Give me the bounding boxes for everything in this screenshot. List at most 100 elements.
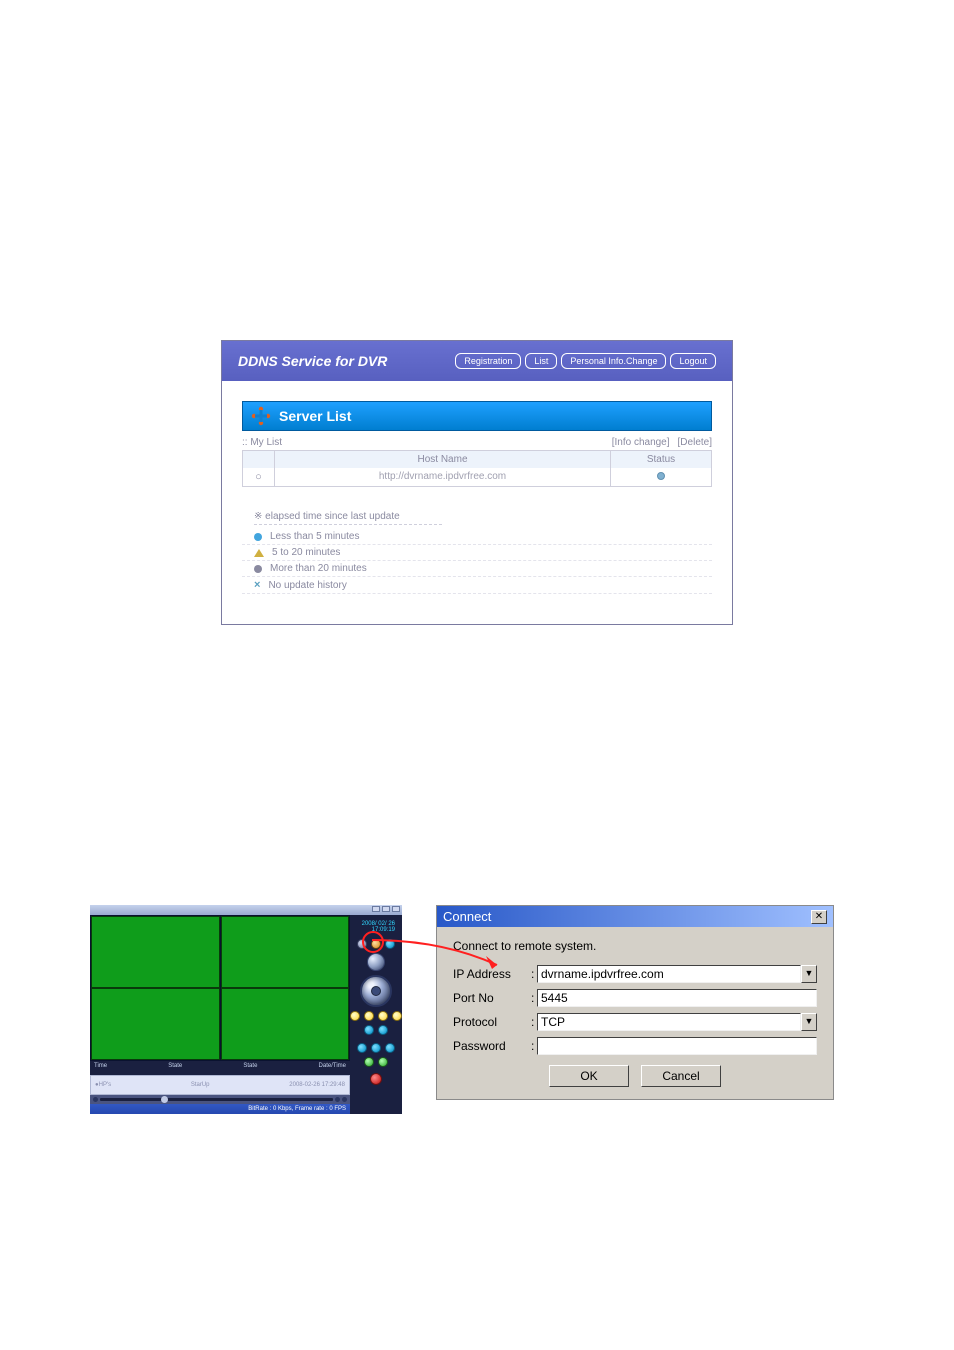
server-list-icon bbox=[251, 406, 271, 426]
video-area: Time State State Date/Time ●HP's StarUp … bbox=[90, 915, 350, 1114]
password-input[interactable] bbox=[537, 1037, 817, 1055]
nav-list[interactable]: List bbox=[525, 353, 557, 369]
timeline-header: Time State State Date/Time bbox=[90, 1061, 350, 1075]
dot-icon bbox=[254, 565, 262, 573]
ip-dropdown[interactable]: ▼ bbox=[801, 965, 817, 983]
ip-label: IP Address bbox=[453, 967, 531, 981]
connect-dialog: Connect ✕ Connect to remote system. IP A… bbox=[436, 905, 834, 1100]
legend-row-3: More than 20 minutes bbox=[242, 561, 712, 577]
row-ip: IP Address : ▼ bbox=[453, 965, 817, 983]
slider-knob[interactable] bbox=[161, 1096, 168, 1103]
row-radio[interactable]: ○ bbox=[243, 468, 275, 486]
control-dial-large[interactable] bbox=[360, 975, 392, 1007]
server-list-title: Server List bbox=[279, 408, 351, 424]
legend-row-1: Less than 5 minutes bbox=[242, 529, 712, 545]
btn[interactable] bbox=[357, 1043, 367, 1053]
video-cell[interactable] bbox=[221, 988, 350, 1060]
dot-icon bbox=[254, 533, 262, 541]
viewer-titlebar bbox=[90, 905, 402, 915]
legend: ※ elapsed time since last update Less th… bbox=[242, 511, 712, 594]
legend-title: ※ elapsed time since last update bbox=[254, 511, 442, 525]
x-icon: × bbox=[254, 579, 260, 591]
th: State bbox=[243, 1063, 257, 1073]
close-button[interactable]: ✕ bbox=[811, 910, 827, 924]
dt: 2008-02-26 17:29:48 bbox=[289, 1082, 345, 1088]
dialog-title: Connect bbox=[443, 909, 491, 924]
control-dial-small[interactable] bbox=[367, 953, 385, 971]
control-btn[interactable] bbox=[385, 939, 395, 949]
server-list-bar: Server List bbox=[242, 401, 712, 431]
info-change-link[interactable]: [Info change] bbox=[612, 437, 670, 448]
nav-personal-info[interactable]: Personal Info.Change bbox=[561, 353, 666, 369]
btn[interactable] bbox=[385, 1043, 395, 1053]
nav-registration[interactable]: Registration bbox=[455, 353, 521, 369]
ddns-nav: Registration List Personal Info.Change L… bbox=[455, 353, 716, 369]
max-icon[interactable] bbox=[382, 906, 390, 912]
protocol-input[interactable] bbox=[537, 1013, 801, 1031]
min-icon[interactable] bbox=[372, 906, 380, 912]
btn[interactable] bbox=[364, 1057, 374, 1067]
btn[interactable] bbox=[350, 1011, 360, 1021]
protocol-label: Protocol bbox=[453, 1015, 531, 1029]
table-row: ○ http://dvrname.ipdvrfree.com bbox=[242, 468, 712, 487]
btn[interactable] bbox=[378, 1025, 388, 1035]
ddns-panel: DDNS Service for DVR Registration List P… bbox=[221, 340, 733, 625]
th: State bbox=[168, 1063, 182, 1073]
th: Date/Time bbox=[319, 1063, 346, 1073]
btn[interactable] bbox=[378, 1011, 388, 1021]
protocol-dropdown[interactable]: ▼ bbox=[801, 1013, 817, 1031]
row-protocol: Protocol : ▼ bbox=[453, 1013, 817, 1031]
delete-link[interactable]: [Delete] bbox=[678, 437, 712, 448]
col-select bbox=[243, 451, 275, 468]
legend-text-2: 5 to 20 minutes bbox=[272, 547, 340, 558]
row-status bbox=[611, 468, 711, 486]
btn[interactable] bbox=[392, 1011, 402, 1021]
my-list-label: :: My List bbox=[242, 437, 282, 448]
timeline: ●HP's StarUp 2008-02-26 17:29:48 bbox=[90, 1075, 350, 1095]
th: Time bbox=[94, 1063, 107, 1073]
close-icon[interactable] bbox=[392, 906, 400, 912]
password-label: Password bbox=[453, 1039, 531, 1053]
dialog-titlebar: Connect ✕ bbox=[437, 906, 833, 927]
ddns-title: DDNS Service for DVR bbox=[238, 353, 387, 369]
dialog-body: Connect to remote system. IP Address : ▼… bbox=[437, 927, 833, 1099]
row-password: Password : bbox=[453, 1037, 817, 1055]
video-cell[interactable] bbox=[91, 916, 220, 988]
dialog-description: Connect to remote system. bbox=[453, 939, 817, 953]
ddns-header: DDNS Service for DVR Registration List P… bbox=[222, 341, 732, 381]
row-hostname[interactable]: http://dvrname.ipdvrfree.com bbox=[275, 468, 611, 486]
server-table-header: Host Name Status bbox=[242, 451, 712, 468]
port-input[interactable] bbox=[537, 989, 817, 1007]
btn[interactable] bbox=[371, 1043, 381, 1053]
bot-left: ●HP's bbox=[95, 1082, 111, 1088]
col-status: Status bbox=[611, 451, 711, 468]
slider-end-icon bbox=[93, 1097, 98, 1102]
legend-row-4: × No update history bbox=[242, 577, 712, 594]
bottom-slider[interactable] bbox=[90, 1095, 350, 1104]
btn[interactable] bbox=[364, 1011, 374, 1021]
slider-end-icon bbox=[335, 1097, 340, 1102]
nav-logout[interactable]: Logout bbox=[670, 353, 716, 369]
status-dot-icon bbox=[657, 472, 665, 480]
ddns-body: Server List :: My List [Info change] [De… bbox=[222, 381, 732, 624]
btn[interactable] bbox=[364, 1025, 374, 1035]
btn[interactable] bbox=[378, 1057, 388, 1067]
bottom-section: Time State State Date/Time ●HP's StarUp … bbox=[90, 905, 954, 1114]
ip-address-input[interactable] bbox=[537, 965, 801, 983]
legend-text-3: More than 20 minutes bbox=[270, 563, 367, 574]
dvr-viewer: Time State State Date/Time ●HP's StarUp … bbox=[90, 905, 402, 1114]
video-grid bbox=[90, 915, 350, 1061]
state: StarUp bbox=[191, 1082, 210, 1088]
cancel-button[interactable]: Cancel bbox=[641, 1065, 721, 1087]
my-list-row: :: My List [Info change] [Delete] bbox=[242, 437, 712, 451]
video-cell[interactable] bbox=[91, 988, 220, 1060]
video-cell[interactable] bbox=[221, 916, 350, 988]
port-label: Port No bbox=[453, 991, 531, 1005]
slider-end-icon bbox=[342, 1097, 347, 1102]
record-button[interactable] bbox=[370, 1073, 382, 1085]
legend-text-1: Less than 5 minutes bbox=[270, 531, 360, 542]
legend-text-4: No update history bbox=[268, 580, 346, 591]
ok-button[interactable]: OK bbox=[549, 1065, 629, 1087]
status-bar: BitRate : 0 Kbps, Frame rate : 0 FPS bbox=[90, 1104, 350, 1114]
triangle-icon bbox=[254, 549, 264, 557]
